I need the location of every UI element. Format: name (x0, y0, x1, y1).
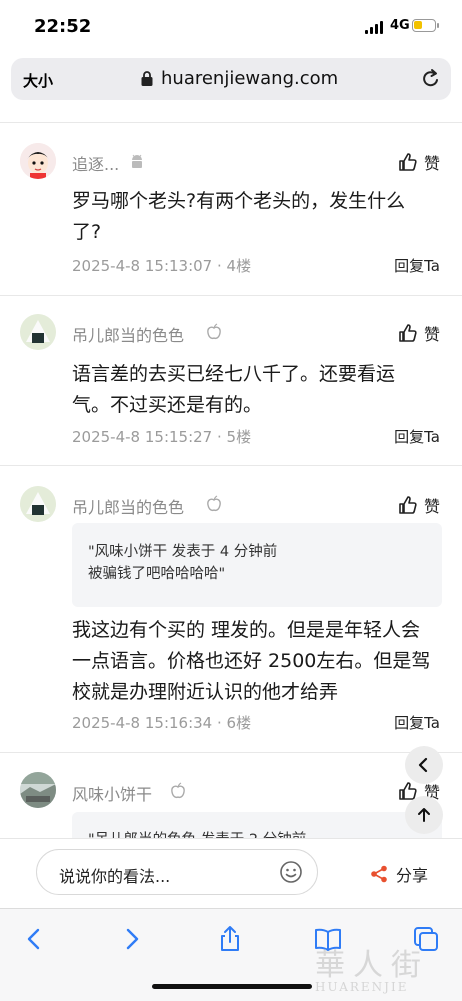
comment-meta: 2025-4-8 15:16:34 · 6楼 (72, 714, 252, 732)
like-label: 赞 (423, 154, 440, 173)
reply-button[interactable]: 回复Ta (394, 426, 440, 447)
like-button[interactable]: 赞 (398, 494, 440, 516)
share-label: 分享 (396, 866, 429, 885)
home-indicator[interactable] (152, 984, 312, 989)
apple-icon (171, 782, 185, 799)
divider (0, 295, 462, 296)
scroll-top-button[interactable] (405, 796, 443, 834)
back-icon[interactable] (20, 925, 48, 953)
battery-icon (412, 19, 439, 32)
thumbs-up-icon (399, 324, 417, 342)
divider (0, 465, 462, 466)
divider (0, 752, 462, 753)
watermark-subtext: HUARENJIE (315, 980, 409, 994)
like-button[interactable]: 赞 (398, 151, 440, 173)
android-icon (132, 154, 142, 168)
thumbs-up-icon (399, 153, 417, 171)
rice-ball-avatar-icon (20, 314, 56, 350)
url-domain[interactable]: huarenjiewang.com (161, 68, 338, 89)
share-sheet-icon[interactable] (216, 925, 244, 953)
avatar[interactable] (20, 486, 56, 522)
comment-meta: 2025-4-8 15:15:27 · 5楼 (72, 428, 252, 446)
reply-button[interactable]: 回复Ta (394, 255, 440, 276)
apple-icon (207, 495, 221, 512)
arrow-up-icon (418, 808, 430, 822)
like-button[interactable]: 赞 (398, 322, 440, 344)
username[interactable]: 吊儿郎当的色色 (72, 322, 184, 346)
watermark-text: 華人街 (315, 948, 429, 983)
quote-text: 被骗钱了吧哈哈哈哈" (88, 566, 226, 582)
avatar[interactable] (20, 143, 56, 179)
username[interactable]: 风味小饼干 (72, 781, 152, 805)
comment-text: 我这边有个买的 理发的。但是是年轻人会一点语言。价格也还好 2500左右。但是驾… (72, 619, 431, 703)
network-type: 4G (390, 18, 410, 33)
reply-button[interactable]: 回复Ta (394, 712, 440, 733)
comment-input[interactable]: 说说你的看法... (36, 849, 318, 895)
comment-text: 语言差的去买已经七八千了。还要看运气。不过买还是有的。 (72, 363, 396, 416)
like-label: 赞 (423, 325, 440, 344)
quote-header: "风味小饼干 发表于 4 分钟前 (88, 544, 278, 560)
watermark-logo: 華人街 HUARENJIE (315, 940, 429, 994)
share-button[interactable]: 分享 (370, 862, 428, 886)
username[interactable]: 追逐... (72, 151, 119, 175)
apple-icon (207, 323, 221, 340)
comment-meta: 2025-4-8 15:13:07 · 4楼 (72, 257, 252, 275)
clock: 22:52 (34, 16, 92, 37)
share-icon (371, 865, 387, 883)
back-float-button[interactable] (405, 746, 443, 784)
landscape-avatar-icon (20, 772, 56, 808)
text-size-button[interactable]: 大小 (23, 70, 53, 91)
forward-icon[interactable] (118, 925, 146, 953)
comment-placeholder: 说说你的看法... (59, 867, 171, 886)
divider (0, 122, 462, 123)
emoji-icon[interactable] (279, 860, 303, 884)
avatar[interactable] (20, 314, 56, 350)
username[interactable]: 吊儿郎当的色色 (72, 494, 184, 518)
like-label: 赞 (423, 497, 440, 516)
rice-ball-avatar-icon (20, 486, 56, 522)
lock-icon (141, 71, 153, 86)
chevron-left-icon (418, 757, 428, 773)
avatar[interactable] (20, 772, 56, 808)
thumbs-up-icon (399, 496, 417, 514)
comment-bar: 说说你的看法... 分享 (0, 838, 462, 909)
quote-block: "风味小饼干 发表于 4 分钟前 被骗钱了吧哈哈哈哈" (72, 523, 442, 607)
address-bar[interactable]: 大小 huarenjiewang.com (11, 58, 451, 100)
reload-icon[interactable] (421, 68, 441, 90)
cartoon-avatar-icon (20, 143, 56, 179)
comment-text: 罗马哪个老头?有两个老头的，发生什么了? (72, 190, 406, 243)
status-bar: 22:52 4G (0, 0, 462, 52)
signal-icon (365, 21, 385, 34)
